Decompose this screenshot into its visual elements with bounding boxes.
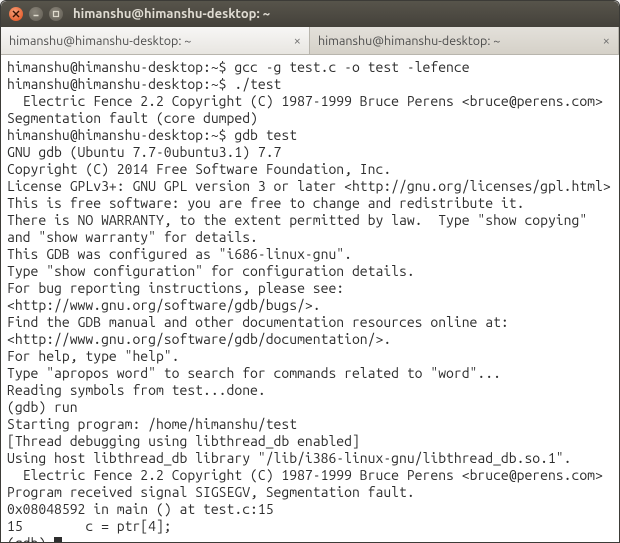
terminal-window: himanshu@himanshu-desktop: ~ himanshu@hi… <box>0 0 620 543</box>
close-icon[interactable] <box>9 7 23 21</box>
window-title: himanshu@himanshu-desktop: ~ <box>73 7 270 21</box>
terminal-line: [Thread debugging using libthread_db ena… <box>7 433 613 450</box>
terminal-line: <http://www.gnu.org/software/gdb/bugs/>. <box>7 297 613 314</box>
tab-close-icon[interactable]: × <box>288 34 301 48</box>
titlebar[interactable]: himanshu@himanshu-desktop: ~ <box>1 1 619 27</box>
minimize-icon[interactable] <box>29 7 43 21</box>
terminal-line: GNU gdb (Ubuntu 7.7-0ubuntu3.1) 7.7 <box>7 144 613 161</box>
terminal-line: License GPLv3+: GNU GPL version 3 or lat… <box>7 178 613 195</box>
terminal-line: <http://www.gnu.org/software/gdb/documen… <box>7 331 613 348</box>
terminal-line: himanshu@himanshu-desktop:~$ gcc -g test… <box>7 59 613 76</box>
terminal-body[interactable]: himanshu@himanshu-desktop:~$ gcc -g test… <box>1 55 619 542</box>
terminal-line: himanshu@himanshu-desktop:~$ ./test <box>7 76 613 93</box>
terminal-line: There is NO WARRANTY, to the extent perm… <box>7 212 613 229</box>
terminal-line: (gdb) run <box>7 399 613 416</box>
window-controls <box>9 7 63 21</box>
terminal-cursor <box>54 537 62 542</box>
terminal-line: For bug reporting instructions, please s… <box>7 280 613 297</box>
terminal-line: Using host libthread_db library "/lib/i3… <box>7 450 613 467</box>
terminal-line: 0x08048592 in main () at test.c:15 <box>7 501 613 518</box>
terminal-line: himanshu@himanshu-desktop:~$ gdb test <box>7 127 613 144</box>
terminal-line: Type "apropos word" to search for comman… <box>7 365 613 382</box>
terminal-line: Reading symbols from test...done. <box>7 382 613 399</box>
maximize-icon[interactable] <box>49 7 63 21</box>
terminal-line: and "show warranty" for details. <box>7 229 613 246</box>
terminal-line: Program received signal SIGSEGV, Segment… <box>7 484 613 501</box>
terminal-line: Electric Fence 2.2 Copyright (C) 1987-19… <box>7 467 613 484</box>
tab-bar: himanshu@himanshu-desktop: ~ × himanshu@… <box>1 27 619 55</box>
terminal-line: This GDB was configured as "i686-linux-g… <box>7 246 613 263</box>
terminal-line: For help, type "help". <box>7 348 613 365</box>
tab-close-icon[interactable]: × <box>597 34 610 48</box>
terminal-line: Starting program: /home/himanshu/test <box>7 416 613 433</box>
terminal-tab-0[interactable]: himanshu@himanshu-desktop: ~ × <box>1 27 310 54</box>
terminal-line: Electric Fence 2.2 Copyright (C) 1987-19… <box>7 93 613 110</box>
terminal-tab-1[interactable]: himanshu@himanshu-desktop: ~ × <box>310 27 619 54</box>
tab-label: himanshu@himanshu-desktop: ~ <box>318 34 500 48</box>
terminal-line: Type "show configuration" for configurat… <box>7 263 613 280</box>
terminal-line: Segmentation fault (core dumped) <box>7 110 613 127</box>
tab-label: himanshu@himanshu-desktop: ~ <box>9 34 191 48</box>
terminal-line: Copyright (C) 2014 Free Software Foundat… <box>7 161 613 178</box>
terminal-line: (gdb) <box>7 535 613 542</box>
terminal-line: This is free software: you are free to c… <box>7 195 613 212</box>
terminal-line: Find the GDB manual and other documentat… <box>7 314 613 331</box>
terminal-line: 15 c = ptr[4]; <box>7 518 613 535</box>
